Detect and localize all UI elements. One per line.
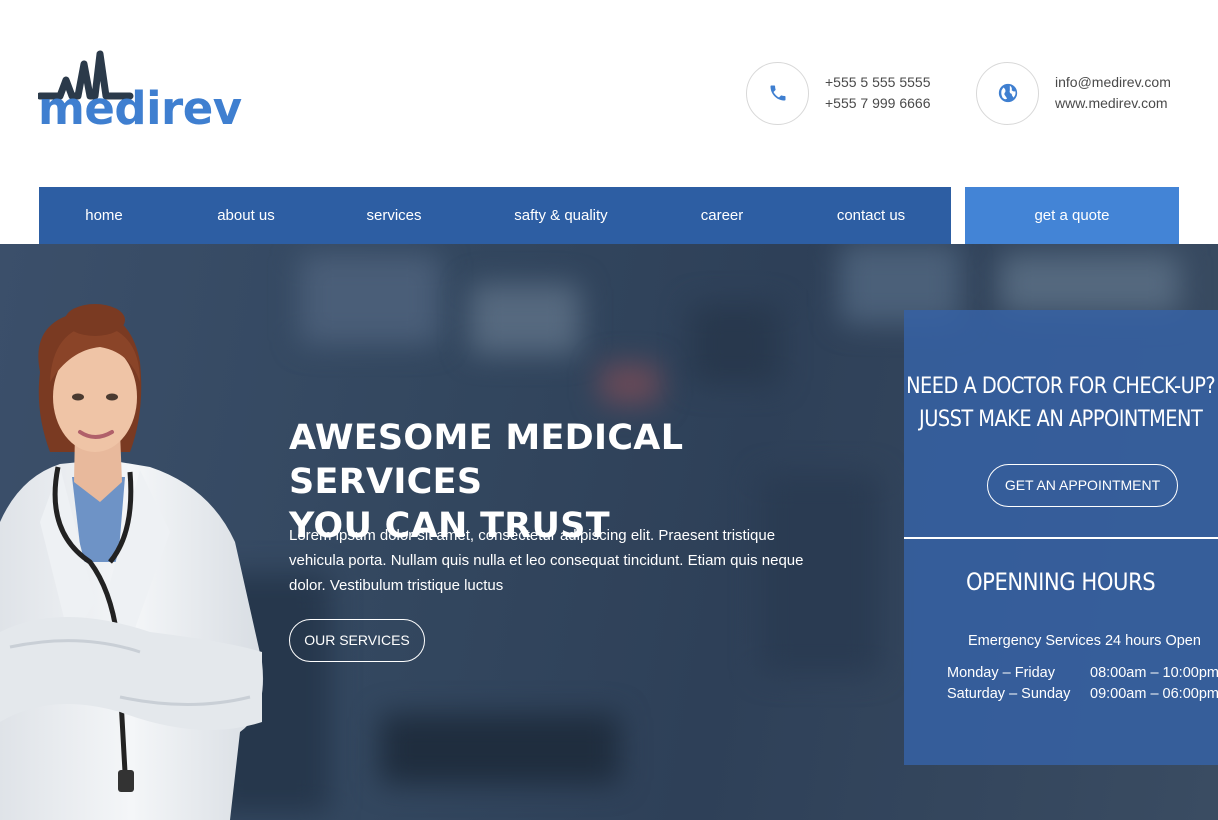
web-contact: info@medirev.com www.medirev.com	[976, 61, 1171, 125]
website-link[interactable]: www.medirev.com	[1055, 93, 1171, 114]
logo-wordmark: medirev	[38, 82, 242, 135]
appointment-heading-line-1: NEED A DOCTOR FOR CHECK-UP?	[906, 374, 1216, 399]
hours-time: 08:00am – 10:00pm	[1090, 665, 1218, 681]
hours-days: Saturday – Sunday	[947, 686, 1071, 702]
get-a-quote-button[interactable]: get a quote	[965, 187, 1179, 244]
site-logo[interactable]: medirev	[38, 50, 248, 140]
globe-icon-circle	[976, 61, 1039, 125]
phone-number-2[interactable]: +555 7 999 6666	[825, 93, 931, 114]
emergency-services-text: Emergency Services 24 hours Open	[968, 633, 1201, 649]
nav-safety-quality[interactable]: safty & quality	[507, 187, 615, 244]
nav-about-us[interactable]: about us	[207, 187, 285, 244]
nav-career[interactable]: career	[691, 187, 753, 244]
hours-days: Monday – Friday	[947, 665, 1055, 681]
email-link[interactable]: info@medirev.com	[1055, 72, 1171, 93]
panel-divider	[904, 537, 1218, 539]
site-header: medirev +555 5 555 5555 +555 7 999 6666 …	[0, 0, 1218, 187]
phone-number-1[interactable]: +555 5 555 5555	[825, 72, 931, 93]
globe-icon	[998, 83, 1017, 103]
phone-numbers: +555 5 555 5555 +555 7 999 6666	[825, 72, 931, 114]
hero-title-line-1: AWESOME MEDICAL SERVICES	[289, 418, 684, 502]
our-services-button[interactable]: OUR SERVICES	[289, 619, 425, 662]
phone-icon-circle	[746, 61, 809, 125]
main-navigation: home about us services safty & quality c…	[39, 187, 951, 244]
doctor-image	[0, 304, 264, 820]
hours-row-weekend: Saturday – Sunday 09:00am – 06:00pm	[947, 686, 1218, 702]
nav-contact-us[interactable]: contact us	[829, 187, 913, 244]
appointment-heading-line-2: JUSST MAKE AN APPOINTMENT	[919, 407, 1203, 432]
nav-home[interactable]: home	[69, 187, 139, 244]
web-details: info@medirev.com www.medirev.com	[1055, 72, 1171, 114]
nav-services[interactable]: services	[359, 187, 429, 244]
phone-contact: +555 5 555 5555 +555 7 999 6666	[746, 61, 931, 125]
hero-section: AWESOME MEDICAL SERVICES YOU CAN TRUST L…	[0, 244, 1218, 820]
get-appointment-button[interactable]: GET AN APPOINTMENT	[987, 464, 1178, 507]
hero-description: Lorem ipsum dolor sit amet, consectetur …	[289, 527, 804, 594]
appointment-heading: NEED A DOCTOR FOR CHECK-UP? JUSST MAKE A…	[904, 370, 1217, 436]
hours-row-weekdays: Monday – Friday 08:00am – 10:00pm	[947, 665, 1218, 681]
appointment-panel: NEED A DOCTOR FOR CHECK-UP? JUSST MAKE A…	[904, 310, 1218, 765]
opening-hours-title: OPENNING HOURS	[965, 568, 1156, 596]
hours-time: 09:00am – 06:00pm	[1090, 686, 1218, 702]
phone-icon	[770, 85, 785, 101]
